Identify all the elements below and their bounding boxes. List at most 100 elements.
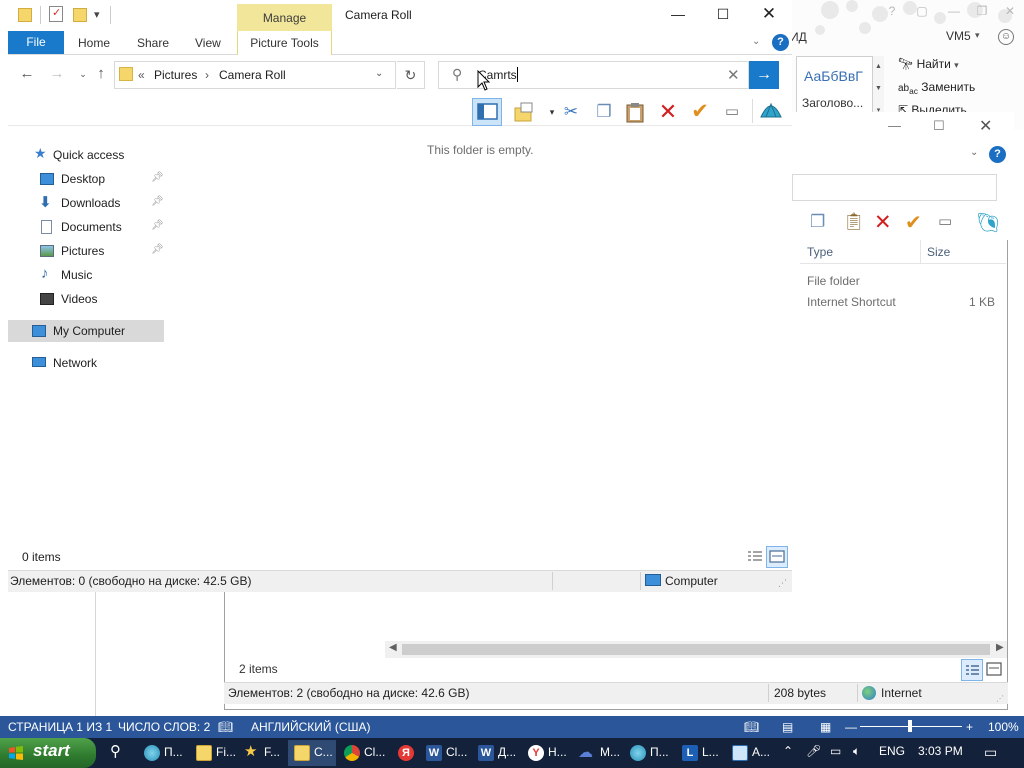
word-page-count[interactable]: СТРАНИЦА 1 ИЗ 1 xyxy=(8,720,112,734)
search-icon[interactable]: ⚲ xyxy=(110,742,121,760)
word-replace-button[interactable]: abac Заменить xyxy=(898,80,975,96)
background-explorer-maximize-button[interactable]: ☐ xyxy=(933,118,945,134)
column-size-header[interactable]: Size xyxy=(927,245,950,259)
breadcrumb-overflow[interactable]: « xyxy=(138,68,145,82)
taskbar-app-1[interactable]: П... xyxy=(138,740,188,766)
tab-view[interactable]: View xyxy=(195,36,221,50)
zoom-level[interactable]: 100% xyxy=(988,720,1019,734)
taskbar-app-8[interactable]: W Д... xyxy=(472,740,520,766)
word-user-name[interactable]: VM5 xyxy=(946,29,971,43)
scroll-left-icon[interactable]: ◀ xyxy=(389,642,397,653)
tab-share[interactable]: Share xyxy=(137,36,169,50)
up-arrow-icon[interactable]: ↑ xyxy=(91,65,111,85)
word-help-button[interactable]: ? xyxy=(882,4,902,20)
table-row-type[interactable]: Internet Shortcut xyxy=(807,295,896,309)
print-layout-icon[interactable]: ▤ xyxy=(782,720,793,734)
chevron-down-icon[interactable]: ⌄ xyxy=(970,147,978,158)
delete-icon[interactable]: ✕ xyxy=(874,210,892,235)
word-word-count[interactable]: ЧИСЛО СЛОВ: 2 xyxy=(118,720,210,734)
taskbar-app-4[interactable]: C... xyxy=(288,740,336,766)
large-icons-view-button[interactable] xyxy=(986,661,1002,677)
word-minimize-button[interactable]: — xyxy=(944,4,964,20)
details-view-button[interactable] xyxy=(961,659,983,681)
language-indicator[interactable]: ENG xyxy=(879,744,905,758)
paste-icon[interactable]: 📋︎ xyxy=(843,212,865,232)
scrollbar-thumb[interactable] xyxy=(402,644,990,655)
breadcrumb-pictures[interactable]: Pictures xyxy=(154,68,197,82)
word-find-button[interactable]: 🔭︎ Найти ▾ xyxy=(898,57,959,71)
network-tray-icon[interactable]: ▭ xyxy=(830,744,841,758)
taskbar-app-2[interactable]: Fi... xyxy=(190,740,238,766)
table-row-size[interactable]: 1 KB xyxy=(969,295,995,309)
resize-grip-icon[interactable]: ⋰ xyxy=(778,578,787,589)
word-smiley-icon[interactable]: ☺ xyxy=(998,29,1014,45)
background-explorer-search-input[interactable] xyxy=(792,174,997,201)
column-divider[interactable] xyxy=(920,240,921,264)
expand-ribbon-icon[interactable]: ⌄ xyxy=(752,36,760,47)
copy-icon[interactable]: ❐ xyxy=(810,212,825,232)
breadcrumb-camera-roll[interactable]: Camera Roll xyxy=(219,68,286,82)
check-icon[interactable]: ✔ xyxy=(905,210,922,235)
taskbar-app-12[interactable]: L L... xyxy=(676,740,724,766)
volume-icon[interactable]: 🔈︎ xyxy=(853,744,860,759)
word-ribbon-display-button[interactable]: ▢ xyxy=(912,4,932,20)
word-language[interactable]: АНГЛИЙСКИЙ (США) xyxy=(251,720,371,734)
pin-icon[interactable]: 📌︎ xyxy=(151,244,164,255)
recent-locations-icon[interactable]: ⌄ xyxy=(73,69,93,89)
column-type-header[interactable]: Type xyxy=(807,245,833,259)
table-row-type[interactable]: File folder xyxy=(807,274,860,288)
cut-icon[interactable]: ✂ xyxy=(558,99,584,125)
background-explorer-minimize-button[interactable]: — xyxy=(888,118,901,133)
nav-item-documents[interactable]: Documents 📌︎ xyxy=(8,216,164,238)
maximize-button[interactable]: ☐ xyxy=(700,6,746,26)
chevron-down-icon[interactable]: ⌄ xyxy=(375,68,383,79)
pin-icon[interactable]: 📌︎ xyxy=(151,172,164,183)
close-button[interactable]: ✕ xyxy=(746,4,792,24)
tab-picture-tools[interactable]: Picture Tools xyxy=(237,31,332,55)
shell-icon[interactable]: 🐚︎ xyxy=(976,211,1000,235)
tab-home[interactable]: Home xyxy=(78,36,110,50)
refresh-button[interactable]: ↻ xyxy=(397,61,425,89)
word-restore-button[interactable]: ❐ xyxy=(972,4,992,20)
delete-icon[interactable]: ✕ xyxy=(655,99,681,125)
breadcrumb-separator[interactable]: › xyxy=(205,68,209,82)
help-icon[interactable]: ? xyxy=(989,146,1006,163)
background-explorer-close-button[interactable]: ✕ xyxy=(979,116,992,136)
details-view-button[interactable] xyxy=(745,548,765,566)
zoom-slider-thumb[interactable] xyxy=(908,720,912,732)
word-tab-fragment[interactable]: ИД xyxy=(790,30,807,44)
chevron-down-icon[interactable]: ▾ xyxy=(975,30,980,41)
taskbar-app-6[interactable]: Я xyxy=(392,740,418,766)
nav-item-videos[interactable]: Videos xyxy=(8,288,164,310)
taskbar-app-13[interactable]: A... xyxy=(726,740,774,766)
manage-tab-label[interactable]: Manage xyxy=(237,11,332,25)
rename-icon[interactable]: ▭ xyxy=(938,212,952,230)
clock[interactable]: 3:03 PM xyxy=(918,744,963,758)
microphone-icon[interactable]: 🎤︎ xyxy=(806,744,821,758)
nav-item-pictures[interactable]: Pictures 📌︎ xyxy=(8,240,164,262)
tab-file[interactable]: File xyxy=(8,31,64,54)
resize-grip-icon[interactable]: ⋰ xyxy=(996,694,1004,703)
preview-pane-button[interactable] xyxy=(472,98,502,126)
nav-item-my-computer[interactable]: My Computer xyxy=(8,320,164,342)
nav-item-network[interactable]: Network xyxy=(8,352,164,374)
start-label[interactable]: start xyxy=(33,741,70,761)
taskbar-app-5[interactable]: Cl... xyxy=(338,740,390,766)
search-go-button[interactable]: → xyxy=(749,61,779,89)
forward-arrow-icon[interactable]: → xyxy=(47,65,67,85)
minimize-button[interactable]: — xyxy=(655,6,701,26)
nav-item-quick-access[interactable]: ★ Quick access xyxy=(8,144,164,166)
action-center-icon[interactable]: ▭ xyxy=(984,744,997,761)
tray-overflow-icon[interactable]: ⌃ xyxy=(783,744,793,758)
web-layout-icon[interactable]: ▦ xyxy=(820,720,831,734)
pin-icon[interactable]: 📌︎ xyxy=(151,220,164,231)
nav-item-music[interactable]: ♪ Music xyxy=(8,264,164,286)
large-icons-view-button[interactable] xyxy=(766,546,788,568)
word-style-sample[interactable]: АаБбВвГ xyxy=(804,68,863,84)
taskbar-app-7[interactable]: W Cl... xyxy=(420,740,470,766)
taskbar-app-3[interactable]: ★ F... xyxy=(240,740,286,766)
clear-search-icon[interactable]: ✕ xyxy=(727,66,740,84)
read-mode-icon[interactable]: 📖︎ xyxy=(744,720,759,734)
new-folder-icon[interactable] xyxy=(73,8,87,22)
word-close-button[interactable]: ✕ xyxy=(1000,4,1020,20)
